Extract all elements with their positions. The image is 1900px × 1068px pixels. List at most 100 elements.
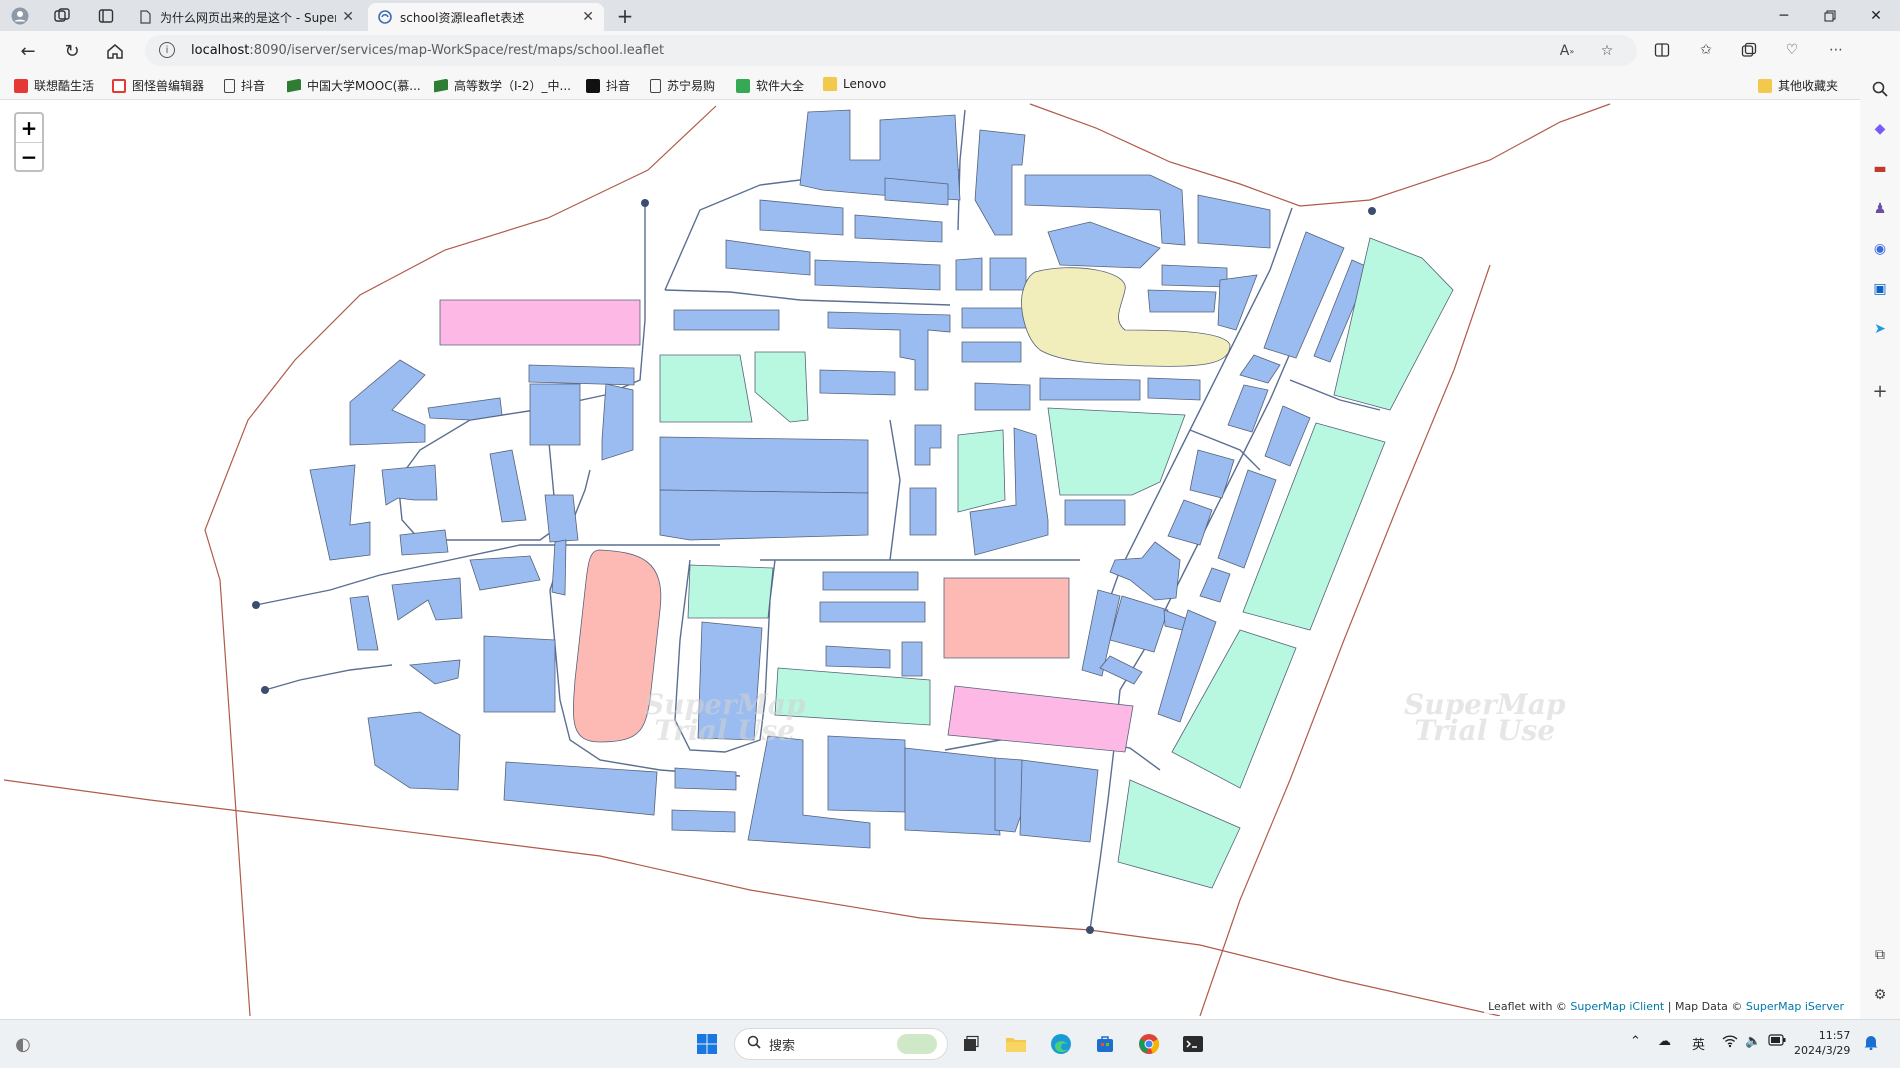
zone-green — [1117, 779, 1241, 889]
building — [659, 436, 869, 494]
iclient-link[interactable]: SuperMap iClient — [1570, 1000, 1664, 1013]
battery-icon[interactable] — [1768, 1034, 1786, 1050]
tray-chevron-icon[interactable]: ⌃ — [1630, 1034, 1641, 1049]
volume-icon[interactable]: 🔈 — [1745, 1034, 1761, 1049]
refresh-icon[interactable]: ↻ — [60, 39, 84, 63]
favorites-icon[interactable]: ✩ — [1696, 40, 1716, 60]
bookmark-item[interactable]: 联想酷生活 — [14, 77, 94, 94]
close-tab-icon[interactable]: ✕ — [582, 9, 594, 25]
microsoft365-icon[interactable]: ◉ — [1870, 239, 1890, 259]
notifications-bell-icon[interactable] — [1864, 1034, 1878, 1054]
tab-2[interactable]: school资源leaflet表述 ✕ — [368, 3, 604, 31]
screenshot-icon[interactable]: ⧉ — [1870, 945, 1890, 965]
building — [391, 577, 463, 621]
tab-actions-icon[interactable] — [96, 6, 116, 26]
junction-marker — [1086, 926, 1094, 934]
bookmark-label: 中国大学MOOC(慕... — [307, 79, 421, 93]
minimize-icon[interactable]: ─ — [1764, 4, 1804, 28]
games-icon[interactable]: ♟ — [1870, 199, 1890, 219]
building — [961, 307, 1030, 329]
building — [955, 257, 983, 291]
favorite-star-icon[interactable]: ☆ — [1597, 41, 1617, 61]
url-text[interactable]: localhost:8090/iserver/services/map-Work… — [191, 43, 664, 58]
zoom-out-button[interactable]: − — [16, 142, 42, 171]
edge-browser-icon[interactable] — [1048, 1031, 1074, 1057]
building — [1217, 274, 1258, 331]
building — [1147, 289, 1217, 313]
collections-icon[interactable] — [1739, 40, 1759, 60]
back-icon[interactable]: ← — [16, 39, 40, 63]
chrome-icon[interactable] — [1136, 1031, 1162, 1057]
ime-indicator[interactable]: 英 — [1692, 1034, 1705, 1053]
bookmark-label: 苏宁易购 — [667, 79, 716, 93]
task-view-icon[interactable] — [958, 1031, 984, 1057]
bookmark-item[interactable]: 软件大全 — [736, 77, 804, 94]
building — [1239, 354, 1281, 384]
road — [664, 289, 951, 306]
settings-gear-icon[interactable]: ⚙ — [1870, 985, 1890, 1005]
onedrive-cloud-icon[interactable]: ☁ — [1658, 1034, 1671, 1049]
more-menu-icon[interactable]: ⋯ — [1826, 40, 1846, 60]
search-icon[interactable] — [1870, 79, 1890, 99]
file-explorer-icon[interactable] — [1003, 1031, 1029, 1057]
lenovo-red-icon — [14, 78, 28, 93]
building — [994, 757, 1023, 833]
building — [725, 239, 811, 276]
taskbar-search[interactable]: 搜索 — [734, 1028, 948, 1060]
add-app-icon[interactable]: + — [1870, 381, 1890, 402]
map-layer[interactable] — [4, 102, 1856, 1016]
widgets-icon[interactable]: ◐ — [10, 1031, 36, 1057]
shopping-tag-icon[interactable]: ◆ — [1870, 119, 1890, 139]
bookmark-item[interactable]: 图怪兽编辑器 — [112, 77, 204, 94]
address-bar[interactable]: i localhost:8090/iserver/services/map-Wo… — [145, 35, 1637, 66]
profile-icon[interactable] — [10, 6, 30, 26]
tab-1[interactable]: 为什么网页出来的是这个 - Super ✕ — [128, 3, 364, 31]
building — [309, 464, 371, 561]
outlook-icon[interactable]: ▣ — [1870, 279, 1890, 299]
other-bookmarks[interactable]: 其他收藏夹 — [1758, 77, 1838, 94]
send-icon[interactable]: ➤ — [1870, 319, 1890, 339]
close-window-icon[interactable]: ✕ — [1856, 4, 1896, 28]
bookmark-item[interactable]: 中国大学MOOC(慕... — [287, 77, 421, 94]
store-icon[interactable] — [1092, 1031, 1118, 1057]
leaflet-map[interactable]: + − SuperMap Trial Use SuperMap Trial Use … — [4, 102, 1856, 1016]
bookmark-item[interactable]: 高等数学（I-2）_中... — [434, 77, 571, 94]
zoom-in-button[interactable]: + — [16, 114, 42, 142]
search-icon — [747, 1035, 761, 1053]
new-tab-icon[interactable]: + — [615, 4, 635, 28]
start-button-icon[interactable] — [694, 1031, 720, 1057]
site-info-icon[interactable]: i — [159, 42, 175, 58]
close-tab-icon[interactable]: ✕ — [342, 9, 354, 25]
junction-marker — [261, 686, 269, 694]
search-label: 搜索 — [769, 1038, 796, 1054]
system-clock[interactable]: 11:57 2024/3/29 — [1794, 1028, 1850, 1058]
bookmark-item[interactable]: 抖音 — [586, 77, 630, 94]
page-icon — [224, 78, 235, 93]
zoom-control: + − — [14, 112, 44, 172]
bookmark-item[interactable]: 苏宁易购 — [650, 77, 715, 94]
url-path: :8090/iserver/services/map-WorkSpace/res… — [249, 43, 665, 58]
toolbox-icon[interactable]: ▬ — [1870, 159, 1890, 179]
watermark: SuperMap Trial Use — [1404, 691, 1565, 745]
iserver-link[interactable]: SuperMap iServer — [1746, 1000, 1844, 1013]
edge-sidebar: ◆ ▬ ♟ ◉ ▣ ➤ + ⧉ ⚙ — [1860, 31, 1900, 1019]
zone-pink — [947, 685, 1134, 753]
read-aloud-icon[interactable]: A» — [1557, 41, 1577, 61]
mooc-icon — [434, 78, 448, 93]
bookmark-label: 抖音 — [606, 79, 631, 93]
building — [489, 449, 527, 523]
restore-icon[interactable] — [1810, 4, 1850, 28]
workspaces-icon[interactable] — [52, 6, 72, 26]
building — [601, 383, 634, 461]
browser-essentials-icon[interactable]: ♡ — [1782, 40, 1802, 60]
wifi-icon[interactable] — [1722, 1034, 1738, 1052]
terminal-icon[interactable] — [1180, 1031, 1206, 1057]
bookmark-item[interactable]: 抖音 — [224, 77, 265, 94]
home-icon[interactable] — [103, 39, 127, 63]
mooc-icon — [287, 78, 301, 93]
url-host: localhost — [191, 43, 250, 58]
split-screen-icon[interactable] — [1652, 40, 1672, 60]
bookmark-item[interactable]: Lenovo — [823, 77, 886, 91]
other-bookmarks-label: 其他收藏夹 — [1778, 79, 1839, 93]
building — [1064, 499, 1126, 526]
